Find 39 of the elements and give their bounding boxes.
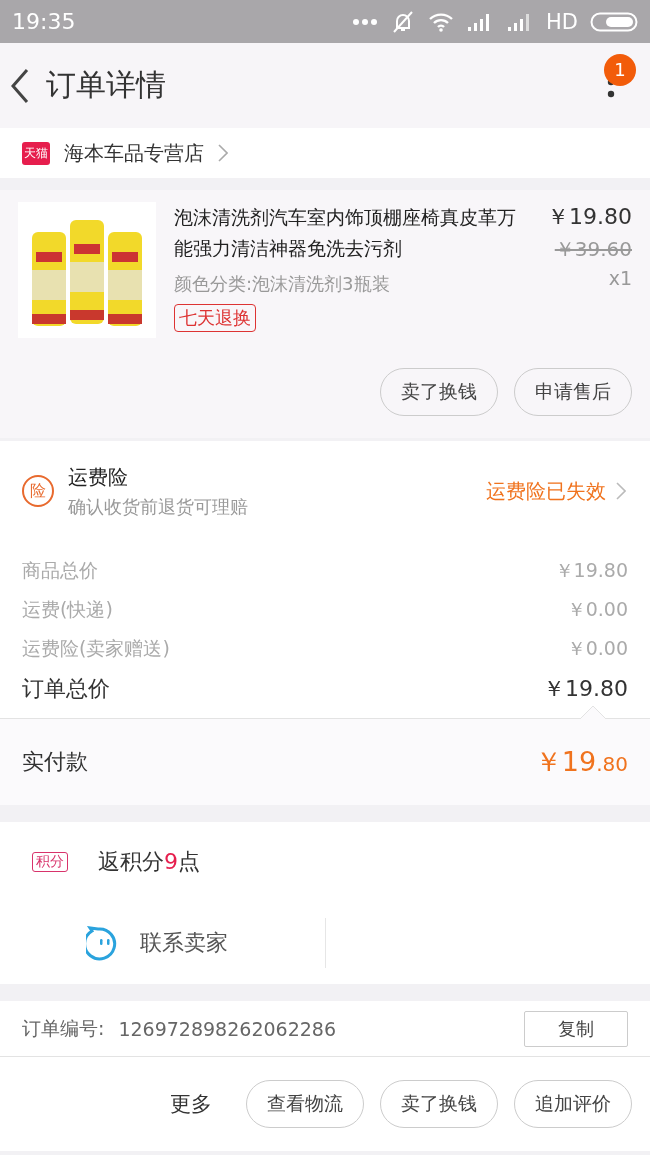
shop-name: 海本车品专营店 — [64, 139, 204, 167]
chevron-right-icon — [616, 482, 626, 500]
insurance-subtitle: 确认收货前退货可理赔 — [68, 494, 249, 519]
price-label: 运费险(卖家赠送) — [22, 636, 170, 661]
product-title[interactable]: 泡沫清洗剂汽车室内饰顶棚座椅真皮革万能强力清洁神器免洗去污剂 — [174, 202, 529, 264]
page-title: 订单详情 — [46, 66, 167, 104]
status-time: 19:35 — [12, 9, 76, 34]
chevron-right-icon — [218, 144, 228, 162]
points-badge: 积分 — [32, 852, 68, 872]
copy-button[interactable]: 复制 — [524, 1010, 628, 1047]
contact-seller-button[interactable]: 联系卖家 — [0, 925, 325, 961]
battery-icon — [590, 11, 638, 32]
product-variant: 颜色分类:泡沫清洗剂3瓶装 — [174, 272, 390, 296]
quantity: x1 — [608, 267, 632, 289]
shop-row[interactable]: 天猫 海本车品专营店 — [0, 128, 650, 178]
price-label: 订单总价 — [22, 675, 110, 703]
network-label: HD — [546, 9, 578, 34]
store-logo: 天猫 — [22, 141, 50, 165]
wifi-icon — [428, 11, 455, 32]
more-link[interactable]: 更多 — [170, 1090, 212, 1118]
original-price: ￥39.60 — [554, 236, 632, 263]
price-value: ￥0.00 — [566, 636, 628, 661]
more-dots-icon — [352, 17, 379, 26]
price-value: ￥19.80 — [543, 675, 628, 703]
back-icon[interactable] — [10, 67, 30, 104]
order-number: 126972898262062286 — [118, 1017, 337, 1040]
price-value: ￥19.80 — [554, 558, 628, 583]
return-policy-tag: 七天退换 — [174, 304, 256, 332]
product-price: ￥19.80 — [547, 203, 632, 231]
insurance-title: 运费险 — [68, 463, 129, 491]
price-value: ￥0.00 — [566, 597, 628, 622]
paid-label: 实付款 — [22, 748, 88, 776]
paid-amount: ￥19.80 — [534, 745, 628, 779]
price-label: 运费(快递) — [22, 597, 113, 622]
points-text: 返积分9点 — [98, 848, 200, 876]
insurance-icon: 险 — [22, 475, 54, 507]
order-number-label: 订单编号: — [22, 1015, 105, 1041]
notification-badge: 1 — [604, 53, 636, 86]
price-label: 商品总价 — [22, 558, 98, 583]
